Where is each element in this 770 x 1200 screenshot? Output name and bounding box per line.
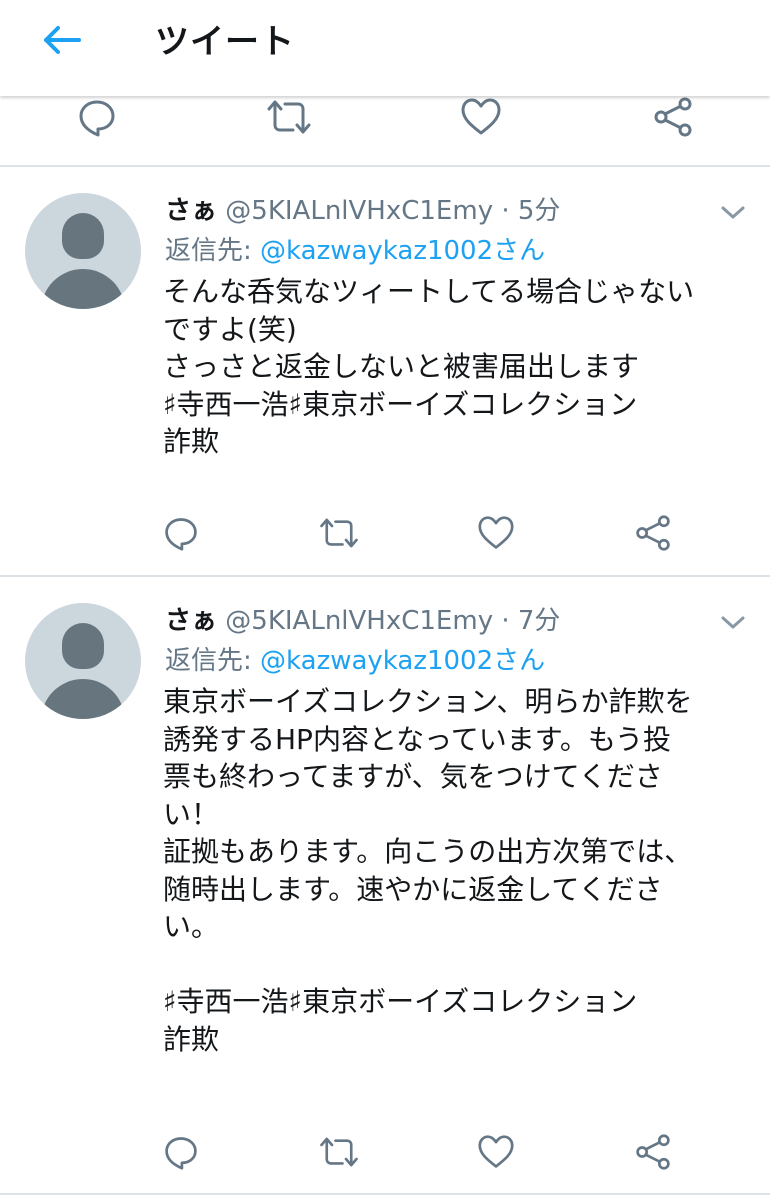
reply-label: 返信先: [165, 646, 252, 676]
reply-button[interactable] [153, 508, 209, 558]
user-handle[interactable]: @5KIALnlVHxC1Emy [225, 606, 493, 636]
tweet-text-line: 票も終わってますが、気をつけてくださ [163, 760, 663, 793]
tweet-text-line: 詐欺 [163, 425, 220, 458]
reply-button[interactable] [69, 92, 125, 142]
tweet-text-line: 誘発するHP内容となっています。もう投 [163, 722, 672, 756]
display-name[interactable]: さぁ [165, 196, 217, 226]
reply-icon [79, 100, 115, 137]
reply-button[interactable] [153, 1127, 209, 1177]
back-button[interactable] [38, 20, 84, 60]
divider [0, 165, 770, 167]
like-button[interactable] [468, 508, 524, 558]
user-handle[interactable]: @5KIALnlVHxC1Emy [225, 196, 493, 226]
tweet-text-line: 東京ボーイズコレクション、明らか詐欺を [163, 685, 693, 718]
like-button[interactable] [453, 92, 509, 142]
tweet-text-line: い。 [163, 910, 220, 943]
retweet-icon [320, 1137, 358, 1167]
timestamp: 5分 [517, 196, 561, 226]
tweet-text: そんな呑気なツィートしてる場合じゃない ですよ(笑) さっさと返金しないと被害届… [163, 273, 758, 461]
chevron-down-icon[interactable] [720, 615, 746, 631]
heart-icon [478, 1135, 514, 1168]
share-button[interactable] [625, 1127, 681, 1177]
avatar[interactable] [25, 603, 141, 719]
share-icon [654, 97, 692, 137]
separator: · [501, 606, 510, 636]
display-name[interactable]: さぁ [165, 606, 217, 636]
share-button[interactable] [625, 508, 681, 558]
tweet-text-line: そんな呑気なツィートしてる場合じゃない [163, 275, 695, 308]
chevron-down-icon[interactable] [720, 205, 746, 221]
separator: · [501, 196, 510, 226]
tweet-text: 東京ボーイズコレクション、明らか詐欺を 誘発するHP内容となっています。もう投 … [163, 683, 758, 1058]
tweet-text-line [163, 946, 758, 984]
timestamp: 7分 [517, 606, 561, 636]
reply-label: 返信先: [165, 236, 252, 266]
tweet-text-line: さっさと返金しないと被害届出します [163, 350, 640, 383]
share-icon [636, 1134, 670, 1170]
heart-icon [478, 516, 514, 549]
tweet-header: さぁ @5KIALnlVHxC1Emy · 5分 [165, 193, 560, 229]
avatar[interactable] [25, 193, 141, 309]
like-button[interactable] [468, 1127, 524, 1177]
tweet-header: さぁ @5KIALnlVHxC1Emy · 7分 [165, 603, 560, 639]
tweet-text-line: 随時出します。速やかに返金してくださ [163, 872, 663, 906]
tweet-actions-row [0, 508, 770, 558]
divider [0, 1193, 770, 1195]
heart-icon [461, 98, 501, 135]
arrow-left-icon [44, 26, 81, 54]
retweet-button[interactable] [261, 92, 317, 142]
retweet-button[interactable] [311, 508, 367, 558]
tweet-actions-row [0, 92, 770, 142]
top-app-bar: ツイート [0, 0, 770, 96]
mention-link[interactable]: @kazwaykaz1002さん [260, 646, 545, 676]
retweet-button[interactable] [311, 1127, 367, 1177]
tweet-actions-row [0, 1127, 770, 1177]
reply-context: 返信先: @kazwaykaz1002さん [165, 233, 545, 269]
tweet-text-line: い！ [163, 797, 220, 831]
tweet-text-line: 証拠もあります。向こうの出方次第では、 [163, 835, 693, 868]
retweet-icon [267, 100, 311, 134]
share-icon [636, 515, 670, 551]
page-title: ツイート [155, 22, 295, 62]
reply-icon [165, 1137, 197, 1170]
tweet-text-line: ♯寺西一浩♯東京ボーイズコレクション [163, 387, 638, 421]
reply-icon [165, 518, 197, 551]
mention-link[interactable]: @kazwaykaz1002さん [260, 236, 545, 266]
divider [0, 575, 770, 577]
share-button[interactable] [645, 92, 701, 142]
tweet-text-line: 詐欺 [163, 1022, 220, 1056]
tweet-text-line: ♯寺西一浩♯東京ボーイズコレクション [163, 985, 638, 1018]
reply-context: 返信先: @kazwaykaz1002さん [165, 643, 545, 679]
tweet-text-line: ですよ(笑) [163, 312, 297, 346]
retweet-icon [320, 518, 358, 548]
